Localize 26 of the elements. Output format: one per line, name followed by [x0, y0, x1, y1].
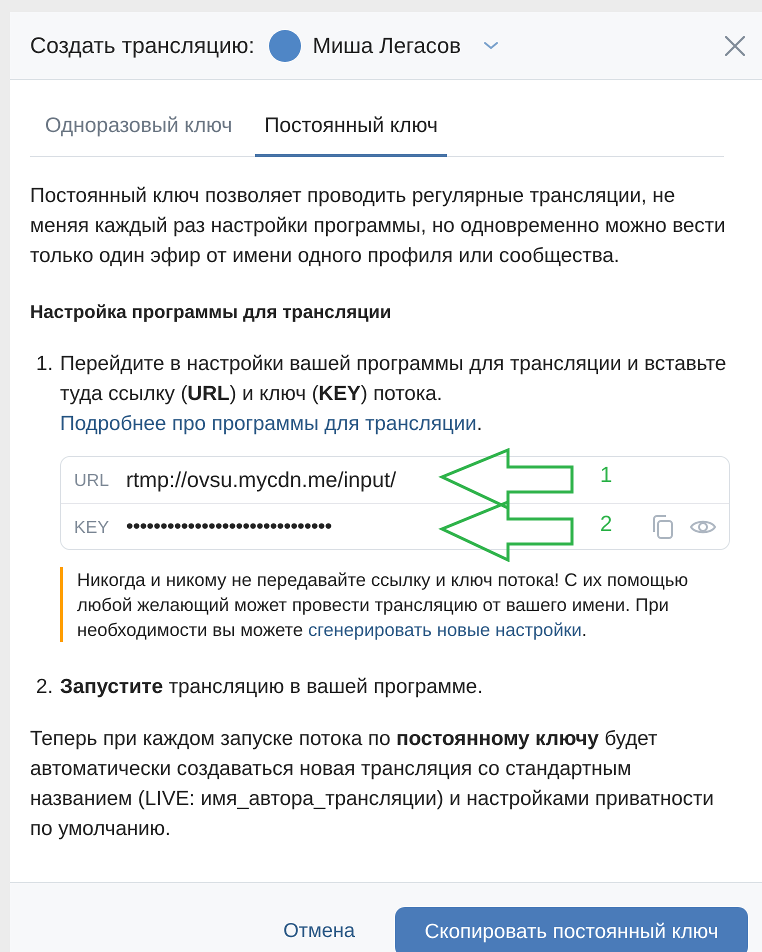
copy-key-button[interactable]: Скопировать постоянный ключ: [395, 907, 748, 952]
step-text: Перейдите в настройки вашей программы для трансляции и вставьте туда ссылку (URL) и ключ (KEY) потока. Подробнее про программы для трансляции.: [60, 351, 728, 437]
account-name[interactable]: Миша Легасов: [312, 29, 461, 62]
annotation-number: 2: [600, 510, 612, 538]
copy-icon: [651, 514, 675, 540]
close-icon: [724, 34, 746, 56]
section-heading: Настройка программы для трансляции: [30, 300, 392, 324]
cancel-button[interactable]: Отмена: [283, 907, 355, 952]
dialog-title: Создать трансляцию:: [30, 32, 255, 60]
field-label: URL: [74, 469, 110, 492]
stream-url-value: rtmp://ovsu.mycdn.me/input/: [126, 467, 396, 494]
warning-text: Никогда и никому не передавайте ссылку и ключ потока! С их помощью любой желающий может провести трансляцию от вашего имени. При необходимости вы можете сгенерировать новые настройки.: [77, 568, 690, 642]
outro-paragraph: Теперь при каждом запуске потока по постоянному ключу будет автоматически создаваться новая трансляция со стандартным названием (LIVE: имя_автора_трансляции) и настройками приватности по умолчанию.: [30, 726, 715, 842]
step-number: 2.: [35, 674, 54, 700]
field-label: KEY: [74, 516, 110, 538]
generate-settings-link[interactable]: сгенерировать новые настройки: [308, 619, 582, 640]
step-text: Запустите трансляцию в вашей программе.: [60, 674, 484, 700]
stream-key-value: ••••••••••••••••••••••••••••••: [126, 514, 332, 540]
tab[interactable]: Постоянный ключ: [255, 95, 447, 157]
help-link[interactable]: Подробнее про программы для трансляции: [60, 412, 477, 435]
intro-paragraph: Постоянный ключ позволяет проводить регулярные трансляции, не меняя каждый раз настройки программы, но одновременно можно вести только один эфир от имени одного профиля или сообщества.: [30, 183, 727, 269]
step-number: 1.: [35, 351, 54, 377]
annotation-number: 1: [600, 461, 612, 489]
chevron-down-icon: [482, 40, 499, 50]
avatar-placeholder: [268, 30, 301, 62]
tab[interactable]: Одноразовый ключ: [45, 95, 254, 157]
